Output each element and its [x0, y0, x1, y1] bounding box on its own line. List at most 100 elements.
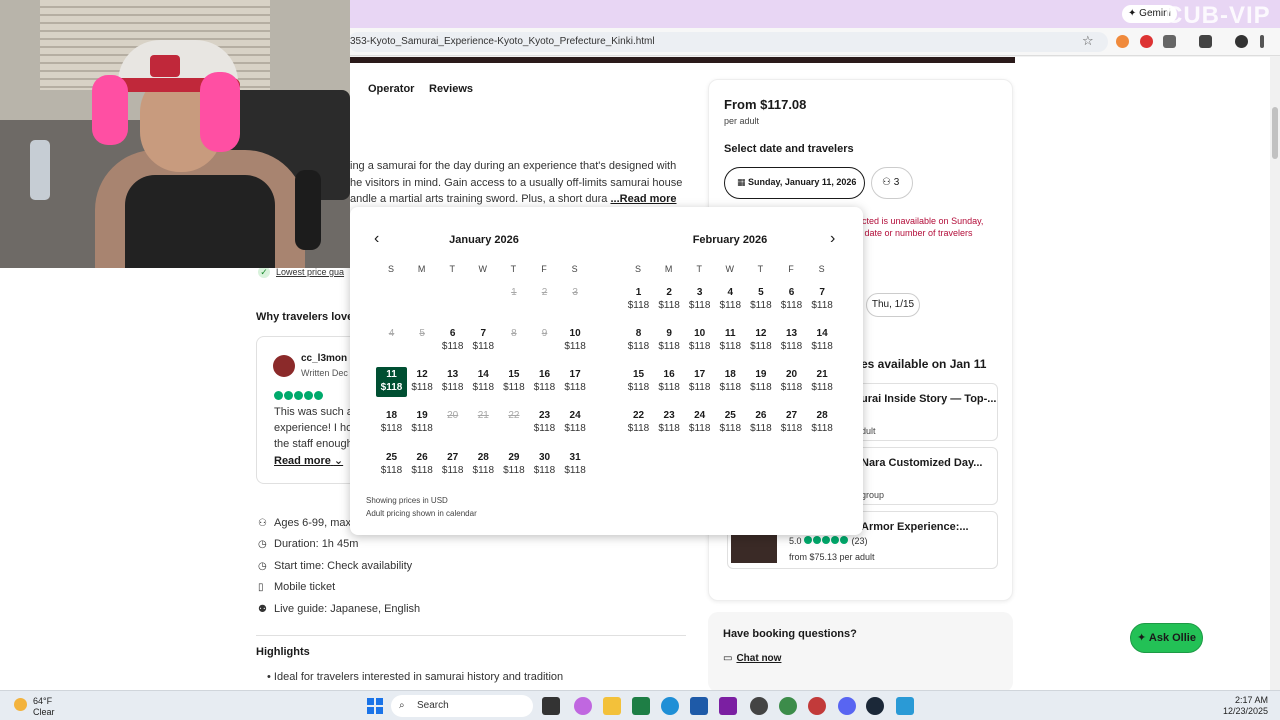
day-price: $118: [780, 423, 803, 434]
calendar-day[interactable]: 16 $118: [654, 368, 685, 398]
url-field[interactable]: 353-Kyoto_Samurai_Experience-Kyoto_Kyoto…: [348, 32, 1108, 52]
excel-icon[interactable]: [632, 697, 650, 715]
fact-guide: ⚉ Live guide: Japanese, English: [258, 603, 421, 615]
calendar-day[interactable]: 18 $118: [376, 409, 407, 439]
calendar-day[interactable]: 6 $118: [776, 286, 807, 316]
calendar-day[interactable]: 29 $118: [498, 451, 529, 481]
menu-icon[interactable]: [1260, 35, 1264, 48]
calendar-day[interactable]: 10 $118: [560, 327, 591, 357]
calendar-day[interactable]: 22 $118: [623, 409, 654, 439]
calendar-day[interactable]: 25 $118: [715, 409, 746, 439]
calendar-day[interactable]: 26 $118: [745, 409, 776, 439]
app-red-icon[interactable]: [808, 697, 826, 715]
calendar-day[interactable]: 25 $118: [376, 451, 407, 481]
calendar-day[interactable]: 31 $118: [560, 451, 591, 481]
calendar-day[interactable]: 13 $118: [776, 327, 807, 357]
day-number: 10: [569, 328, 581, 339]
calendar-day[interactable]: 19 $118: [745, 368, 776, 398]
next-month-icon[interactable]: ›: [830, 230, 835, 248]
puzzle-icon[interactable]: [1163, 35, 1176, 48]
chrome-icon[interactable]: [750, 697, 768, 715]
date-picker-button[interactable]: ▦ Sunday, January 11, 2026: [724, 167, 865, 199]
weekday-label: F: [541, 264, 547, 274]
calendar-day[interactable]: 13 $118: [437, 368, 468, 398]
calendar-day[interactable]: 23 $118: [529, 409, 560, 439]
weekday-label: T: [449, 264, 455, 274]
day-price: $118: [441, 382, 464, 393]
calculator-icon[interactable]: [896, 697, 914, 715]
calendar-day[interactable]: 23 $118: [654, 409, 685, 439]
app-icon[interactable]: [719, 697, 737, 715]
clock[interactable]: 2:17 AM 12/23/2025: [1218, 695, 1268, 717]
travelers-button[interactable]: ⚇ 3: [871, 167, 913, 199]
calendar-day[interactable]: 19 $118: [407, 409, 438, 439]
profile-avatar[interactable]: [1235, 35, 1248, 48]
day-number: 15: [508, 369, 520, 380]
calendar-day[interactable]: 12 $118: [407, 368, 438, 398]
calendar-day[interactable]: 15 $118: [498, 368, 529, 398]
calendar-day[interactable]: 14 $118: [807, 327, 838, 357]
day-number: 13: [447, 369, 459, 380]
copilot-icon[interactable]: [574, 697, 592, 715]
calendar-day[interactable]: 8 $118: [623, 327, 654, 357]
calendar-day[interactable]: 17 $118: [560, 368, 591, 398]
extension-icon[interactable]: [1116, 35, 1129, 48]
highlights-heading: Highlights: [256, 646, 310, 658]
calendar-day[interactable]: 1 $118: [623, 286, 654, 316]
day-price: $118: [811, 423, 833, 434]
read-more-link[interactable]: ...Read more: [610, 193, 676, 205]
calendar-day[interactable]: 7 $118: [468, 327, 499, 357]
store-icon[interactable]: [690, 697, 708, 715]
file-explorer-icon[interactable]: [603, 697, 621, 715]
calendar-day[interactable]: 10 $118: [684, 327, 715, 357]
edge-icon[interactable]: [661, 697, 679, 715]
calendar-day[interactable]: 14 $118: [468, 368, 499, 398]
calendar-day[interactable]: 9 $118: [654, 327, 685, 357]
clock-icon: ◷: [258, 561, 267, 572]
calendar-day[interactable]: 20 $118: [776, 368, 807, 398]
calendar-day[interactable]: 24 $118: [560, 409, 591, 439]
day-price: $118: [472, 341, 495, 352]
calendar-day[interactable]: 11 $118: [715, 327, 746, 357]
calendar-day[interactable]: 24 $118: [684, 409, 715, 439]
calendar-day[interactable]: 27 $118: [437, 451, 468, 481]
calendar-day[interactable]: 12 $118: [745, 327, 776, 357]
start-button[interactable]: [367, 698, 383, 714]
tab-operator[interactable]: Operator: [368, 83, 414, 95]
calendar-day[interactable]: 28 $118: [468, 451, 499, 481]
calendar-day[interactable]: 18 $118: [715, 368, 746, 398]
calendar-day[interactable]: 27 $118: [776, 409, 807, 439]
calendar-day[interactable]: 6 $118: [437, 327, 468, 357]
scroll-thumb[interactable]: [1272, 107, 1278, 159]
review-read-more[interactable]: Read more ⌄: [274, 454, 343, 467]
ask-ollie-button[interactable]: ✦ Ask Ollie: [1130, 623, 1203, 653]
calendar-day[interactable]: 16 $118: [529, 368, 560, 398]
scrollbar[interactable]: [1270, 57, 1280, 690]
calendar-day[interactable]: 26 $118: [407, 451, 438, 481]
taskbar-search[interactable]: ⌕ Search: [391, 695, 533, 717]
discord-icon[interactable]: [838, 697, 856, 715]
clock-icon: ◷: [258, 539, 267, 550]
calendar-day[interactable]: 17 $118: [684, 368, 715, 398]
chat-now-link[interactable]: ▭ Chat now: [723, 653, 781, 664]
reading-icon[interactable]: [1199, 35, 1212, 48]
calendar-day[interactable]: 3 $118: [684, 286, 715, 316]
calendar-day[interactable]: 21 $118: [807, 368, 838, 398]
calendar-day[interactable]: 30 $118: [529, 451, 560, 481]
calendar-day[interactable]: 15 $118: [623, 368, 654, 398]
calendar-day[interactable]: 2 $118: [654, 286, 685, 316]
calendar-day[interactable]: 28 $118: [807, 409, 838, 439]
prev-month-icon[interactable]: ‹: [374, 230, 379, 248]
bookmark-star-icon[interactable]: ☆: [1082, 33, 1094, 49]
day-number: 12: [416, 369, 428, 380]
tab-reviews[interactable]: Reviews: [429, 83, 473, 95]
calendar-day[interactable]: 7 $118: [807, 286, 838, 316]
task-view-icon[interactable]: [542, 697, 560, 715]
alt-date-chip[interactable]: Thu, 1/15: [866, 293, 920, 317]
calendar-day-selected[interactable]: 11 $118: [376, 367, 407, 397]
calendar-day[interactable]: 4 $118: [715, 286, 746, 316]
calendar-day[interactable]: 5 $118: [745, 286, 776, 316]
steam-icon[interactable]: [866, 697, 884, 715]
extension-red-icon[interactable]: [1140, 35, 1153, 48]
chrome-profile-icon[interactable]: [779, 697, 797, 715]
